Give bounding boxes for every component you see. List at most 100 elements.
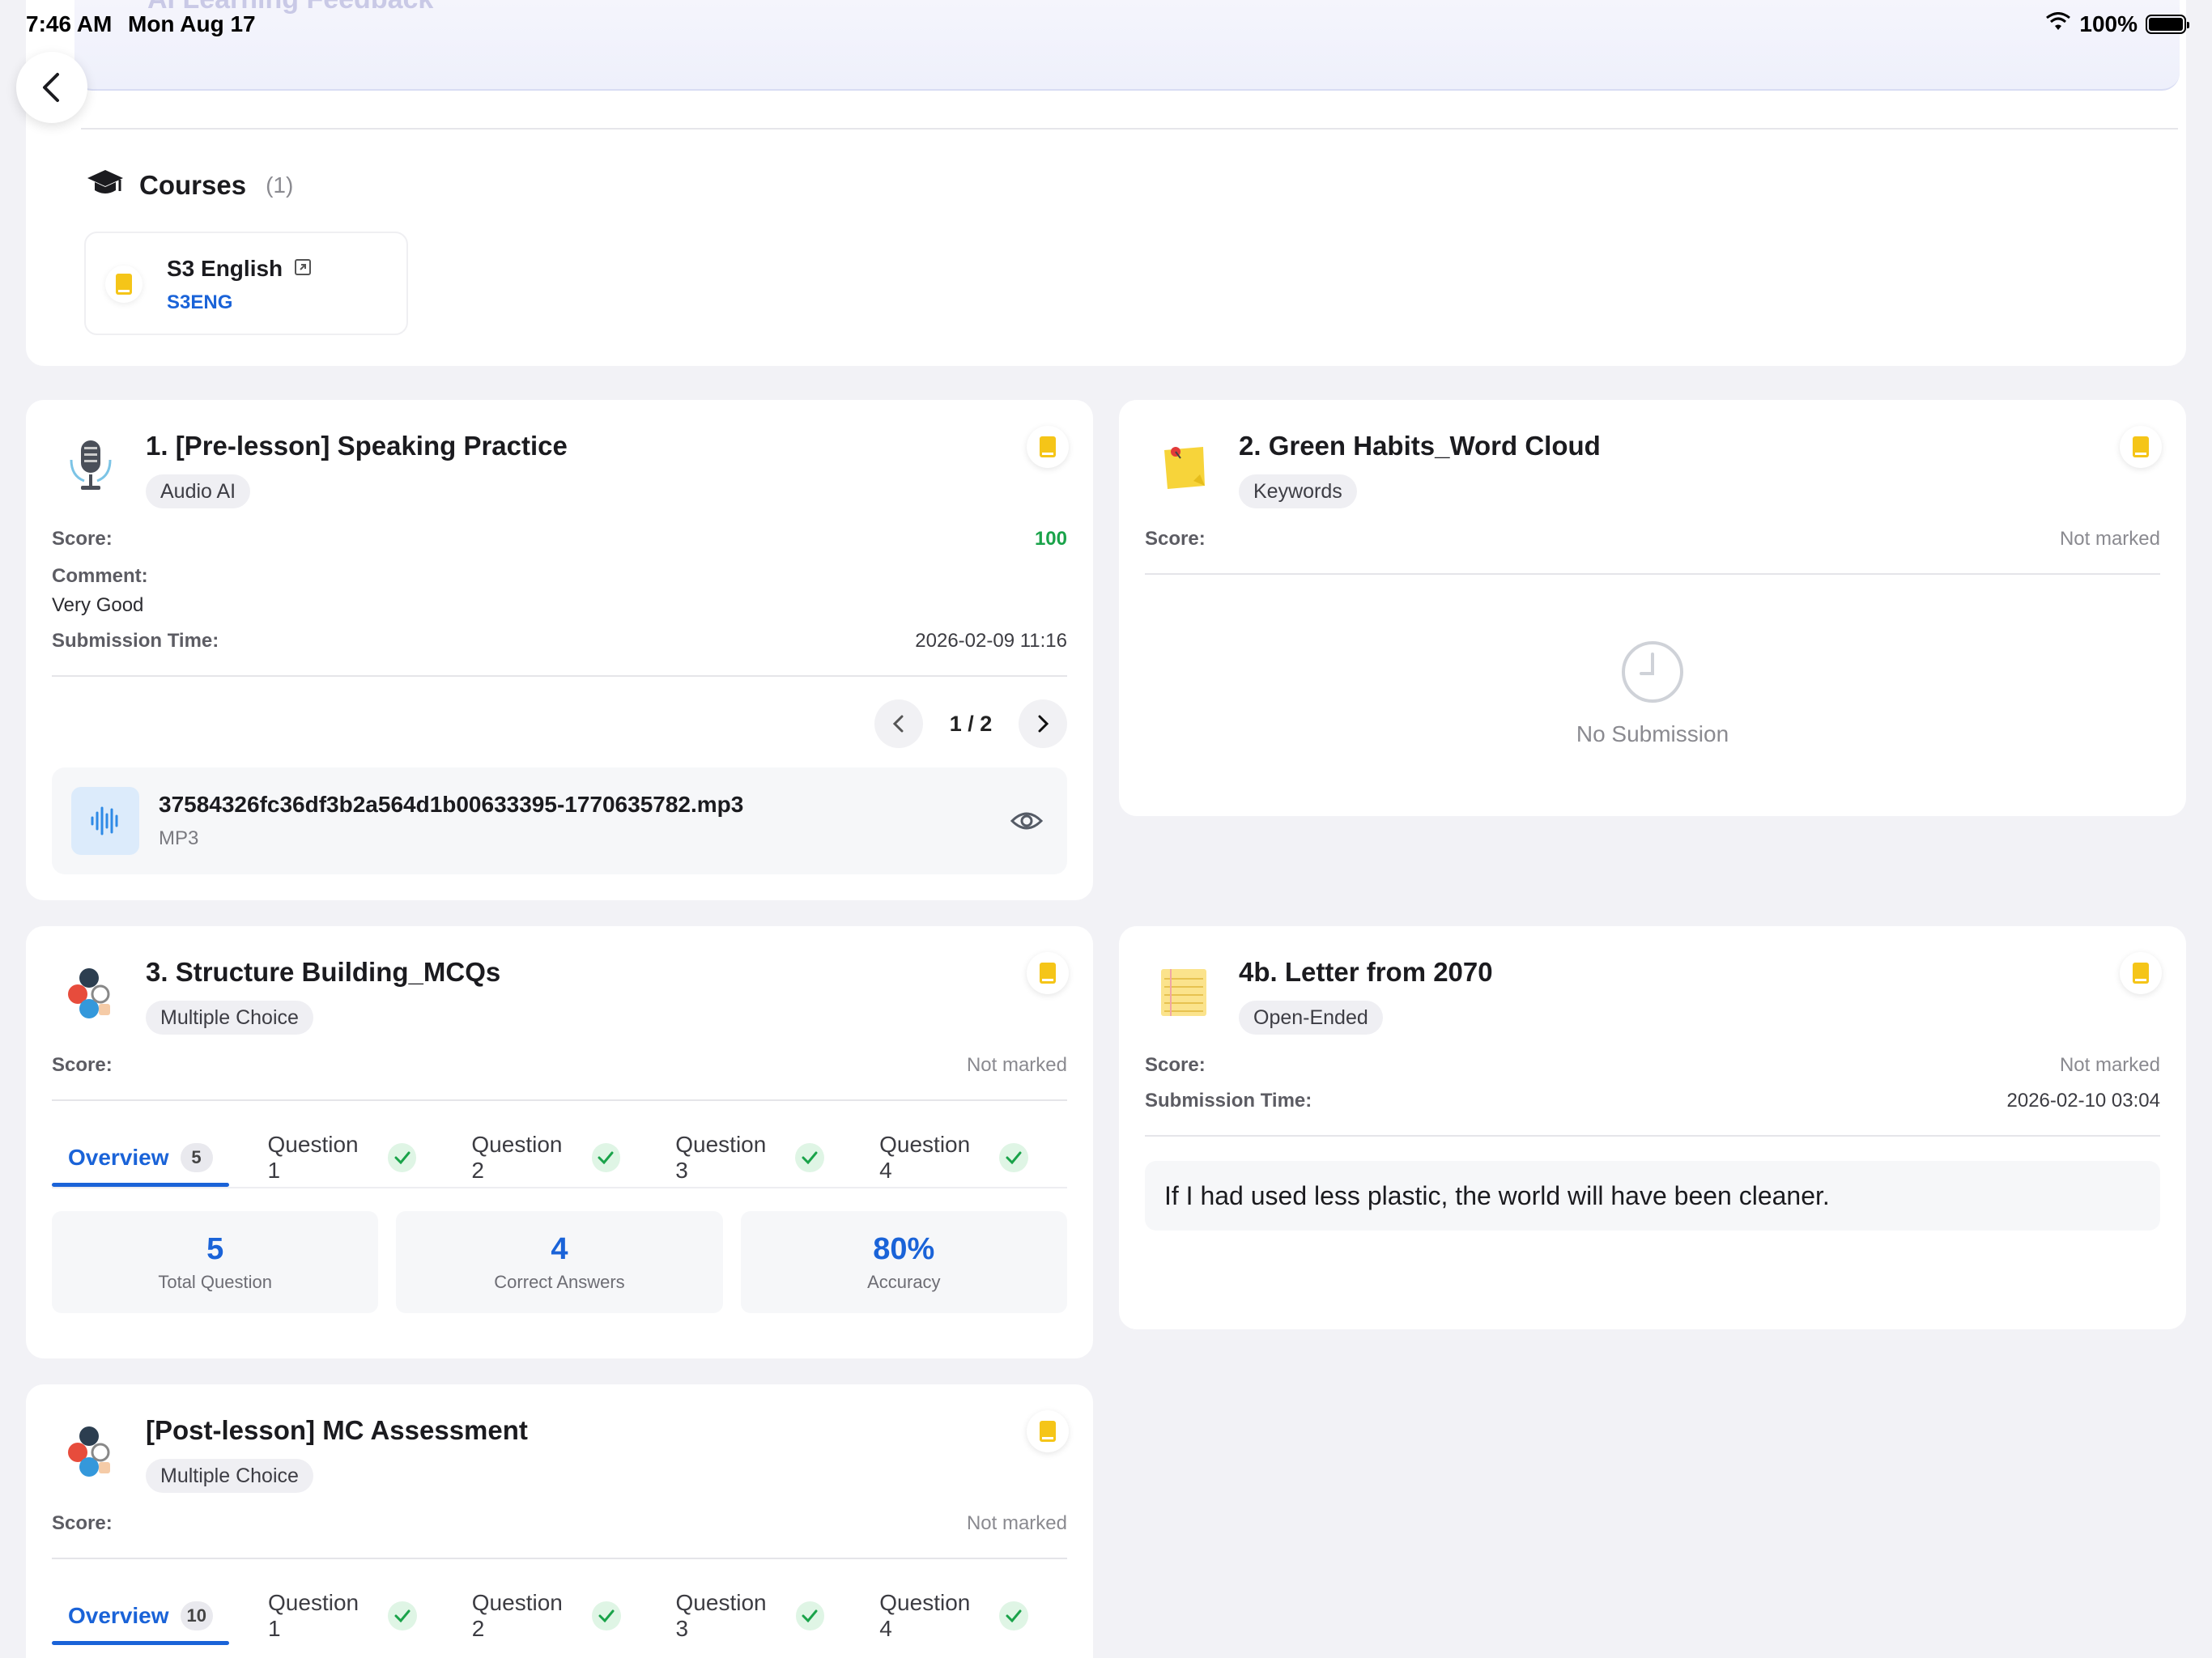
eye-icon[interactable] — [1006, 800, 1048, 842]
divider — [1145, 1135, 2160, 1137]
no-submission-text: No Submission — [1576, 721, 1729, 746]
score-label: Score: — [1145, 528, 1206, 550]
card-title: [Post-lesson] MC Assessment — [146, 1415, 528, 1445]
assignment-card-mc-assessment: [Post-lesson] MC Assessment Multiple Cho… — [26, 1384, 1093, 1658]
tab-question-2[interactable]: Question 2 — [456, 1590, 637, 1642]
check-icon — [388, 1601, 417, 1630]
tab-question-1[interactable]: Question 1 — [252, 1590, 433, 1642]
tab-overview[interactable]: Overview 10 — [52, 1590, 230, 1645]
next-page-button[interactable] — [1019, 699, 1067, 748]
divider — [52, 1099, 1067, 1101]
check-icon — [795, 1143, 825, 1172]
courses-count: (1) — [266, 172, 294, 198]
tab-question-3[interactable]: Question 3 — [659, 1132, 840, 1184]
assignment-card-speaking: 1. [Pre-lesson] Speaking Practice Audio … — [26, 400, 1093, 900]
score-row: Score: Not marked — [52, 1512, 1067, 1535]
prev-page-button[interactable] — [874, 699, 923, 748]
score-value: Not marked — [966, 1512, 1067, 1534]
check-icon — [795, 1601, 825, 1630]
tab-question-4[interactable]: Question 4 — [863, 1132, 1044, 1184]
question-tabs: Overview 10 Question 1 Question 2 Questi… — [52, 1590, 1067, 1645]
assignment-card-structure-building: 3. Structure Building_MCQs Multiple Choi… — [26, 926, 1093, 1358]
check-icon — [999, 1601, 1029, 1630]
course-name: S3 English — [167, 256, 312, 282]
overview-count: 10 — [180, 1601, 214, 1630]
answer-text: If I had used less plastic, the world wi… — [1145, 1161, 2160, 1231]
tab-question-1[interactable]: Question 1 — [252, 1132, 433, 1184]
check-icon — [999, 1143, 1028, 1172]
file-type: MP3 — [159, 827, 199, 849]
battery-percent: 100% — [2079, 11, 2138, 36]
score-label: Score: — [52, 1512, 113, 1534]
sticky-note-icon — [1148, 431, 1219, 502]
status-time: 7:46 AM — [26, 11, 113, 36]
divider — [52, 1187, 1067, 1188]
status-bar: 7:46 AM Mon Aug 17 100% — [0, 0, 2212, 49]
submission-row: Submission Time: 2026-02-10 03:04 — [1145, 1090, 2160, 1112]
notepad-icon — [1148, 957, 1219, 1028]
assignment-card-word-cloud: 2. Green Habits_Word Cloud Keywords Scor… — [1119, 400, 2186, 816]
card-title: 3. Structure Building_MCQs — [146, 957, 501, 987]
submission-label: Submission Time: — [52, 630, 219, 652]
score-label: Score: — [1145, 1054, 1206, 1076]
courses-title: Courses — [139, 169, 247, 200]
submission-time: 2026-02-10 03:04 — [2006, 1090, 2161, 1112]
book-icon[interactable] — [1027, 426, 1069, 468]
assignment-card-letter: 4b. Letter from 2070 Open-Ended Score: N… — [1119, 926, 2186, 1329]
divider — [81, 128, 2178, 130]
course-card[interactable]: S3 English S3ENG — [84, 232, 408, 335]
overview-count: 5 — [180, 1143, 213, 1172]
audio-file-item[interactable]: 37584326fc36df3b2a564d1b00633395-1770635… — [52, 767, 1067, 874]
type-tag: Open-Ended — [1239, 1001, 1383, 1035]
divider — [52, 1558, 1067, 1559]
overview-stats: 5 Total Question 4 Correct Answers 80% A… — [52, 1211, 1067, 1313]
comment-row: Comment: — [52, 565, 1067, 588]
check-icon — [387, 1143, 417, 1172]
stat-correct-answers: 4 Correct Answers — [396, 1211, 723, 1313]
tab-question-4[interactable]: Question 4 — [863, 1590, 1044, 1642]
score-label: Score: — [52, 528, 113, 550]
score-value: 100 — [1034, 528, 1067, 550]
divider — [1145, 573, 2160, 575]
card-title: 4b. Letter from 2070 — [1239, 957, 1493, 987]
tab-overview[interactable]: Overview 5 — [52, 1132, 229, 1187]
type-tag: Audio AI — [146, 474, 251, 508]
external-link-icon[interactable] — [294, 256, 312, 282]
battery-icon — [2146, 15, 2189, 34]
back-button[interactable] — [16, 52, 87, 123]
wifi-icon — [2045, 11, 2071, 37]
card-title: 2. Green Habits_Word Cloud — [1239, 431, 1601, 461]
page-indicator: 1 / 2 — [949, 711, 993, 736]
multiple-choice-icon — [55, 957, 126, 1028]
tab-question-2[interactable]: Question 2 — [455, 1132, 636, 1184]
chevron-right-icon — [1038, 715, 1049, 733]
card-title: 1. [Pre-lesson] Speaking Practice — [146, 431, 568, 461]
comment-text: Very Good — [52, 594, 144, 616]
course-code: S3ENG — [167, 291, 233, 313]
comment-label: Comment: — [52, 565, 148, 587]
submission-row: Submission Time: 2026-02-09 11:16 — [52, 630, 1067, 653]
status-right: 100% — [2045, 11, 2189, 37]
book-icon — [105, 266, 143, 303]
book-icon[interactable] — [1027, 952, 1069, 994]
file-name: 37584326fc36df3b2a564d1b00633395-1770635… — [159, 792, 744, 817]
stat-total-question: 5 Total Question — [52, 1211, 379, 1313]
status-date: Mon Aug 17 — [128, 11, 256, 36]
multiple-choice-icon — [55, 1415, 126, 1486]
score-row: Score: Not marked — [52, 1054, 1067, 1077]
score-label: Score: — [52, 1054, 113, 1076]
book-icon[interactable] — [2120, 952, 2162, 994]
stat-accuracy: 80% Accuracy — [740, 1211, 1067, 1313]
chevron-left-icon — [43, 73, 59, 102]
score-row: Score: Not marked — [1145, 528, 2160, 551]
book-icon[interactable] — [1027, 1410, 1069, 1452]
microphone-icon — [55, 431, 126, 502]
question-tabs: Overview 5 Question 1 Question 2 Questio… — [52, 1132, 1067, 1187]
tab-question-3[interactable]: Question 3 — [660, 1590, 841, 1642]
chevron-left-icon — [892, 715, 904, 733]
courses-panel: AI Learning Feedback Courses (1) S3 Engl… — [26, 0, 2186, 366]
book-icon[interactable] — [2120, 426, 2162, 468]
no-submission: No Submission — [1119, 640, 2186, 747]
audio-wave-icon — [71, 787, 139, 855]
divider — [52, 675, 1067, 677]
